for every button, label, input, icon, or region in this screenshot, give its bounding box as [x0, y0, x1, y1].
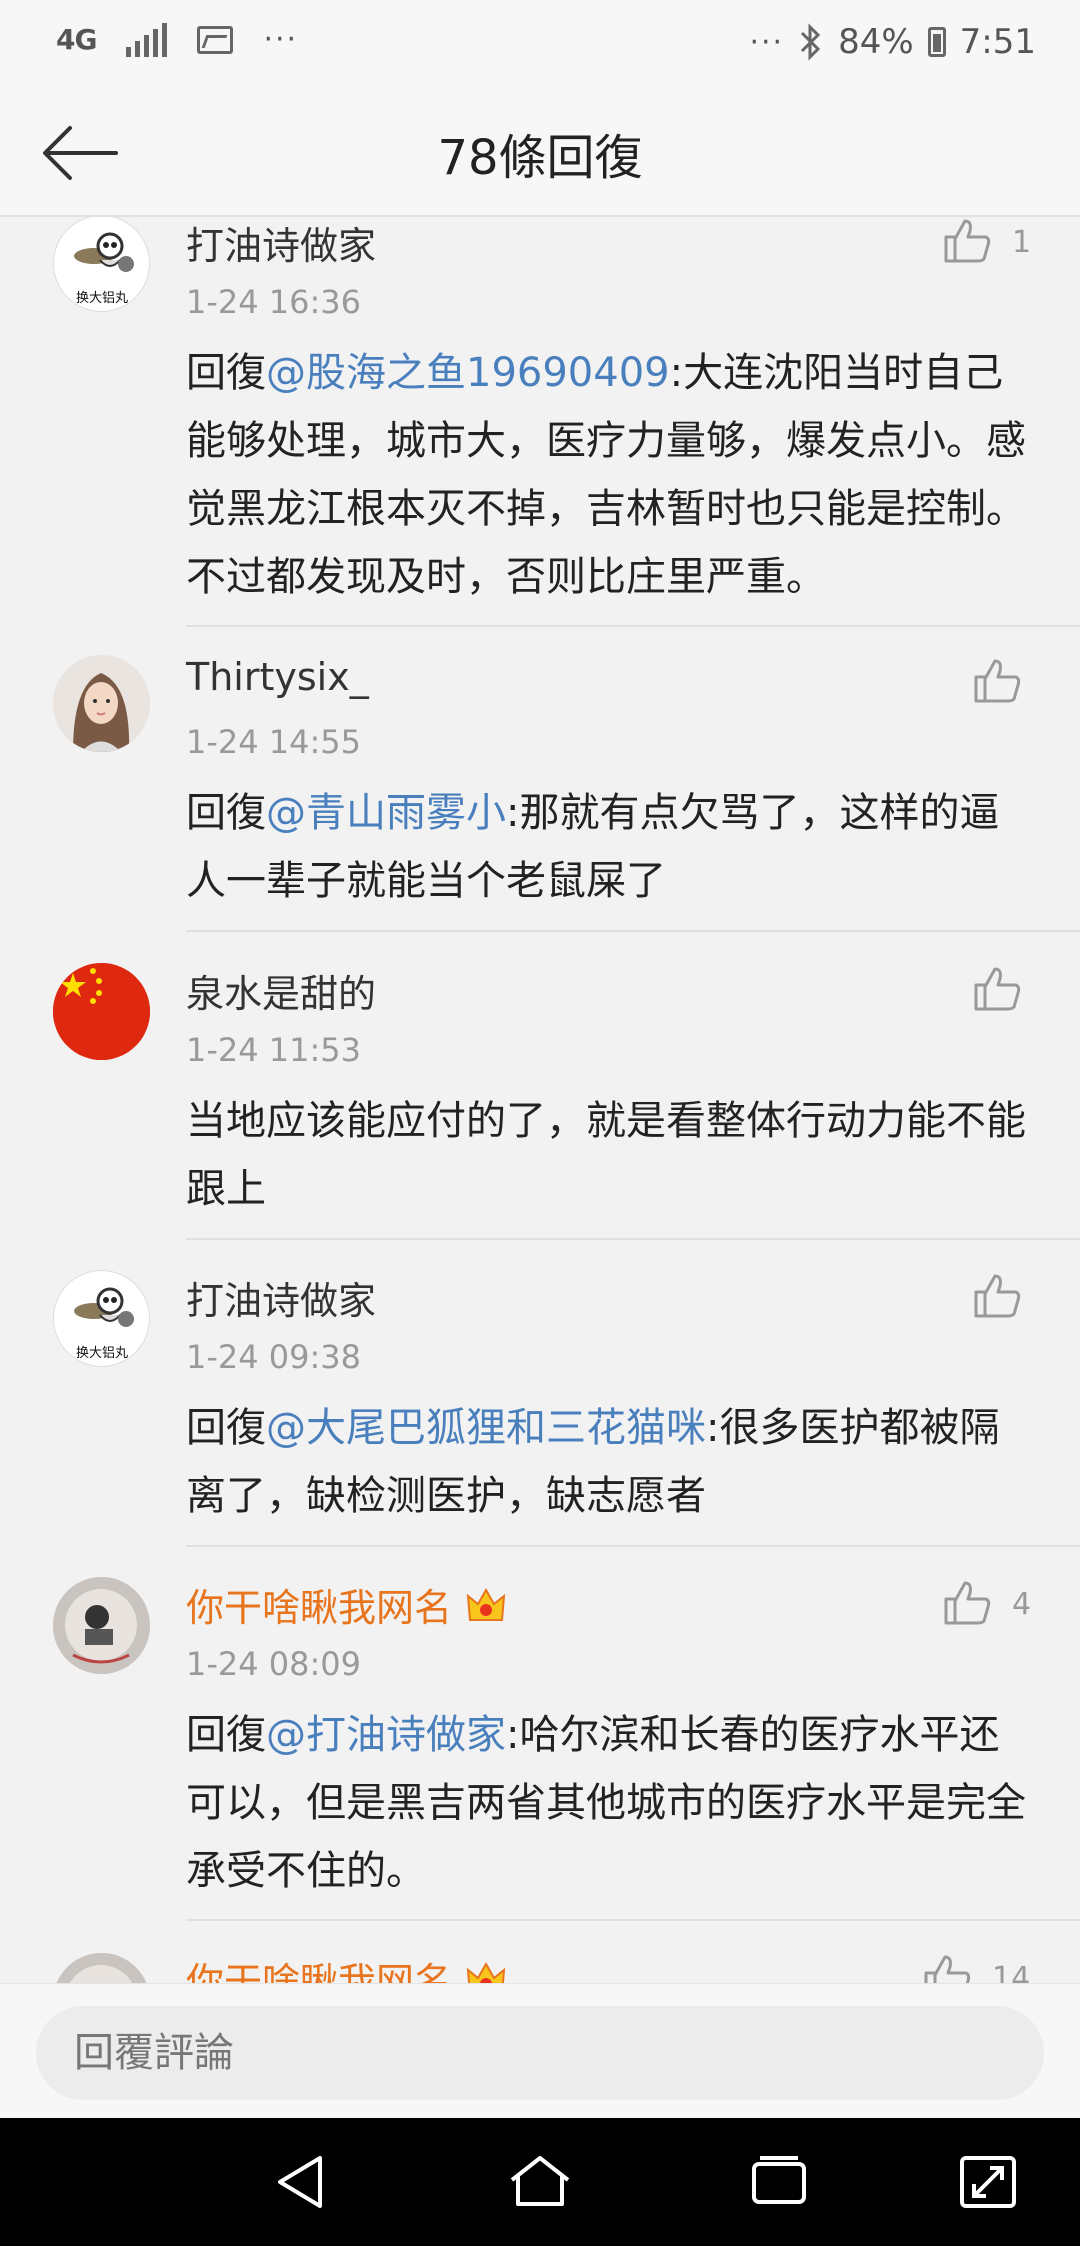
mention-link[interactable]: @大尾巴狐狸和三花猫咪: [266, 1405, 706, 1451]
divider: [186, 930, 1080, 932]
divider: [186, 1919, 1080, 1921]
signal-icon: [126, 22, 168, 57]
like-count: 4: [1012, 1587, 1032, 1622]
expand-screen-icon[interactable]: [956, 2152, 1020, 2212]
avatar[interactable]: [53, 1953, 150, 1983]
avatar[interactable]: [53, 1577, 150, 1674]
like-icon[interactable]: [942, 1579, 992, 1627]
svg-text:换大铝丸: 换大铝丸: [76, 291, 128, 306]
system-nav-bar: [0, 2118, 1080, 2246]
home-nav-icon[interactable]: [508, 2152, 572, 2212]
reply-bar: [0, 1983, 1080, 2119]
like-icon[interactable]: [972, 965, 1022, 1013]
reply-input[interactable]: [36, 2006, 1044, 2100]
like-icon[interactable]: [972, 657, 1022, 705]
like-icon[interactable]: [922, 1953, 972, 1983]
bluetooth-icon: [801, 23, 821, 61]
comment-text: 当地应该能应付的了，就是看整体行动力能不能跟上: [186, 1098, 1026, 1212]
avatar[interactable]: 换大铝丸: [53, 1270, 150, 1367]
page-title: 78條回復: [437, 130, 643, 186]
like-icon[interactable]: [972, 1272, 1022, 1320]
more-notifications-icon: ···: [263, 22, 299, 57]
divider: [186, 625, 1080, 627]
vip-crown-icon: [464, 1960, 508, 1983]
comment-list[interactable]: 换大铝丸 打油诗做家 1-24 16:36 1 回復@股海之鱼19690409:…: [0, 217, 1080, 1983]
recent-apps-icon[interactable]: [748, 2152, 812, 2212]
avatar[interactable]: [53, 655, 150, 752]
comment-time: 1-24 08:09: [186, 1645, 362, 1683]
username[interactable]: 泉水是甜的: [186, 963, 376, 1018]
like-count: 14: [992, 1961, 1031, 1983]
battery-icon: [927, 27, 946, 57]
avatar[interactable]: [53, 963, 150, 1060]
comment-time: 1-24 14:55: [186, 723, 362, 761]
network-type: 4G: [56, 23, 97, 56]
comment-time: 1-24 09:38: [186, 1338, 362, 1376]
image-notification-icon: [197, 25, 234, 54]
mention-link[interactable]: @打油诗做家: [266, 1712, 506, 1758]
avatar[interactable]: 换大铝丸: [53, 217, 150, 312]
divider: [186, 1545, 1080, 1547]
comment-text: 回復@青山雨雾小:那就有点欠骂了，这样的逼人一辈子就能当个老鼠屎了: [186, 790, 1000, 904]
username[interactable]: 打油诗做家: [186, 217, 376, 270]
mention-link[interactable]: @青山雨雾小: [266, 790, 506, 836]
more-status-icon: ···: [749, 24, 785, 60]
like-icon[interactable]: [942, 217, 992, 265]
like-count: 1: [1012, 225, 1032, 260]
username[interactable]: Thirtysix_: [186, 655, 369, 699]
mention-link[interactable]: @股海之鱼19690409: [266, 350, 670, 396]
svg-text:换大铝丸: 换大铝丸: [76, 1346, 128, 1361]
clock: 7:51: [959, 22, 1036, 62]
back-nav-icon[interactable]: [270, 2152, 334, 2212]
username[interactable]: 你干啥瞅我网名: [186, 1577, 508, 1635]
status-bar: 4G ··· ··· 84% 7:51: [0, 0, 1080, 90]
comment-text: 回復@股海之鱼19690409:大连沈阳当时自己能够处理，城市大，医疗力量够，爆…: [186, 350, 1026, 600]
comment-text: 回復@打油诗做家:哈尔滨和长春的医疗水平还可以，但是黑吉两省其他城市的医疗水平是…: [186, 1712, 1026, 1894]
comment-text: 回復@大尾巴狐狸和三花猫咪:很多医护都被隔离了，缺检测医护，缺志愿者: [186, 1405, 1000, 1519]
vip-crown-icon: [464, 1586, 508, 1635]
comment-time: 1-24 16:36: [186, 283, 362, 321]
username[interactable]: 你干啥瞅我网名: [186, 1951, 508, 1983]
header: 78條回復: [0, 90, 1080, 217]
battery-percent: 84%: [838, 22, 914, 62]
username[interactable]: 打油诗做家: [186, 1270, 376, 1325]
divider: [186, 1238, 1080, 1240]
comment-time: 1-24 11:53: [186, 1031, 362, 1069]
